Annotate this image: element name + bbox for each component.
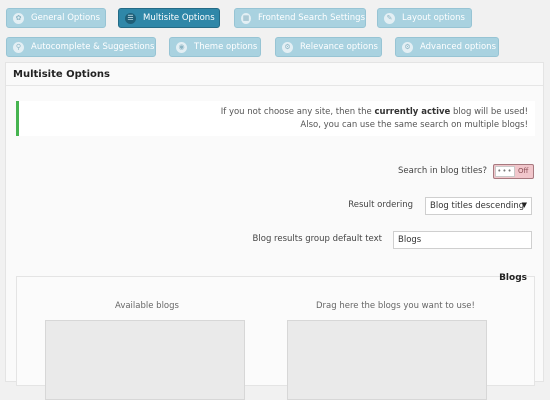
tab-label: Theme options xyxy=(194,42,258,52)
available-blogs-label: Available blogs xyxy=(115,301,179,311)
tab-label: Multisite Options xyxy=(143,13,215,23)
tab-label: General Options xyxy=(31,13,100,23)
tune-icon: ⚙ xyxy=(282,41,293,53)
selected-blogs-label: Drag here the blogs you want to use! xyxy=(316,301,475,311)
tab-advanced-options[interactable]: ⚙ Advanced options xyxy=(395,37,499,57)
toggle-state: Off xyxy=(518,167,529,175)
list-icon: ☰ xyxy=(125,12,136,24)
tab-theme-options[interactable]: ◉ Theme options xyxy=(169,37,261,57)
gear-icon: ✿ xyxy=(13,12,24,24)
notice-emphasis: currently active xyxy=(374,107,451,117)
divider xyxy=(6,85,543,86)
tab-relevance-options[interactable]: ⚙ Relevance options xyxy=(275,37,382,57)
input-value: Blogs xyxy=(398,235,422,245)
tab-label: Advanced options xyxy=(420,42,496,52)
tab-general-options[interactable]: ✿ General Options xyxy=(6,8,106,28)
blogs-fieldset: Blogs Available blogs Drag here the blog… xyxy=(16,273,535,400)
toggle-knob[interactable]: ••• xyxy=(495,166,515,177)
location-icon: ⚲ xyxy=(13,41,24,53)
tab-layout-options[interactable]: ✎ Layout options xyxy=(377,8,472,28)
search-blog-titles-toggle[interactable]: ••• Off xyxy=(493,164,534,179)
search-blog-titles-label: Search in blog titles? xyxy=(398,166,487,176)
notice-line-1: If you not choose any site, then the cur… xyxy=(19,106,528,119)
chevron-down-icon: ▼ xyxy=(521,201,527,209)
pencil-icon: ✎ xyxy=(384,12,395,24)
tab-label: Autocomplete & Suggestions xyxy=(31,42,155,52)
tab-label: Frontend Search Settings xyxy=(258,13,365,23)
selected-blogs-dropzone[interactable] xyxy=(287,320,487,400)
tab-autocomplete-suggestions[interactable]: ⚲ Autocomplete & Suggestions xyxy=(6,37,156,57)
group-text-label: Blog results group default text xyxy=(252,234,382,244)
notice-text: blog will be used! xyxy=(450,107,528,117)
group-text-input[interactable]: Blogs xyxy=(393,231,532,249)
info-notice: If you not choose any site, then the cur… xyxy=(16,101,535,136)
result-ordering-select[interactable]: Blog titles descending ▼ xyxy=(425,197,532,215)
tab-multisite-options[interactable]: ☰ Multisite Options xyxy=(118,8,220,28)
result-ordering-label: Result ordering xyxy=(348,200,413,210)
select-value: Blog titles descending xyxy=(430,201,525,211)
available-blogs-list[interactable] xyxy=(45,320,245,400)
tab-frontend-search-settings[interactable]: ▦ Frontend Search Settings xyxy=(234,8,366,28)
multisite-options-panel: Multisite Options If you not choose any … xyxy=(5,62,544,400)
panel-title: Multisite Options xyxy=(13,69,110,80)
notice-text: If you not choose any site, then the xyxy=(220,107,375,117)
notice-line-2: Also, you can use the same search on mul… xyxy=(300,120,528,130)
blogs-title: Blogs xyxy=(499,273,527,283)
eye-icon: ◉ xyxy=(176,41,187,53)
tune-icon: ⚙ xyxy=(402,41,413,53)
settings-icon: ▦ xyxy=(241,12,252,24)
tab-label: Layout options xyxy=(402,13,465,23)
tab-label: Relevance options xyxy=(300,42,378,52)
